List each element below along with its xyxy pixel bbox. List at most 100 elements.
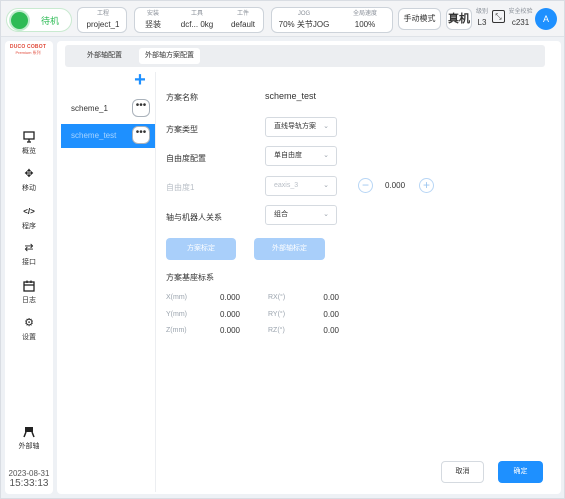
safety-level[interactable]: 级别 L3 [474,6,490,32]
clock: 2023-08-31 15:33:13 [6,469,52,489]
speed-caption: 全局速度 [352,11,377,17]
swap-icon: ⇄ [24,242,34,254]
tool-selector[interactable]: 工具 dcf... 0kg [173,8,221,34]
scheme-name: scheme_1 [71,104,108,113]
dof-config-select[interactable]: 单自由度 ⌄ [265,146,337,166]
sidebar-item-external-axis[interactable]: 外部轴 [5,425,53,462]
calendar-icon [22,279,36,293]
move-icon: ✥ [24,168,34,180]
brand-sub: Premium 系列 [15,50,41,55]
sidebar-item-interface[interactable]: ⇄ 接口 [5,241,53,278]
scheme-name-value: scheme_test [265,91,317,101]
coord-ry-value: 0.00 [323,310,339,319]
gear-icon: ⚙ [24,317,34,329]
chevron-down-icon: ⌄ [323,211,329,218]
robot-status-pill[interactable]: 待机 [6,8,72,32]
monitor-icon [22,130,36,144]
more-icon[interactable]: ••• [132,126,150,144]
expand-icon[interactable]: ⤡ [492,10,505,23]
project-caption: 工程 [96,11,109,17]
coord-rx-value: 0.00 [323,293,339,302]
coord-rz-value: 0.00 [323,326,339,335]
chevron-down-icon: ⌄ [323,152,329,159]
chevron-down-icon: ⌄ [323,123,329,130]
more-icon[interactable]: ••• [132,99,150,117]
dof1-value: 0.000 [385,181,406,190]
code-icon: </> [23,207,35,216]
coord-x-value: 0.000 [219,293,240,302]
tab-axis-config[interactable]: 外部轴配置 [81,48,128,64]
install-selector[interactable]: 安装 竖装 [135,8,171,34]
scheme-list-item[interactable]: scheme_1 ••• [61,97,155,121]
external-axis-icon [22,425,36,439]
coord-y-label: Y(mm) [166,311,187,318]
decrease-button[interactable]: − [358,178,373,193]
sidebar-item-log[interactable]: 日志 [5,279,53,316]
dof1-axis-value: eaxis_3 [274,182,299,189]
dof1-label: 自由度1 [166,183,195,192]
jog-selector[interactable]: JOG 70% 关节JOG [272,8,336,34]
real-robot-button[interactable]: 真机 [446,8,472,30]
speed-selector[interactable]: 全局速度 100% [338,8,392,34]
coord-z-label: Z(mm) [166,327,187,334]
coord-rx-label: RX(°) [268,294,286,301]
project-value: project_1 [86,20,120,29]
scheme-list-item-selected[interactable]: scheme_test ••• [61,124,155,148]
sidebar-item-label: 移动 [22,185,36,192]
scheme-name: scheme_test [71,131,117,140]
relation-label: 轴与机器人关系 [166,213,222,222]
speed-value: 100% [354,20,376,29]
cancel-button[interactable]: 取消 [441,461,484,483]
relation-value: 组合 [274,211,288,218]
axis-calibrate-button[interactable]: 外部轴标定 [254,238,325,260]
tab-scheme-config[interactable]: 外部轴方案配置 [139,48,200,64]
tool-caption: 工具 [190,11,203,17]
scheme-type-label: 方案类型 [166,125,198,134]
tab-bar: 外部轴配置 外部轴方案配置 [65,45,545,67]
user-avatar[interactable]: A [535,8,557,30]
coord-rz-label: RZ(°) [268,327,285,334]
status-label: 待机 [41,16,60,26]
relation-select[interactable]: 组合 ⌄ [265,205,337,225]
install-value: 竖装 [145,20,161,29]
config-group: 安装 竖装 工具 dcf... 0kg 工件 default [134,7,264,33]
sidebar-item-move[interactable]: ✥ 移动 [5,167,53,204]
confirm-button[interactable]: 确定 [498,461,543,483]
jog-value: 70% 关节JOG [278,20,330,29]
sidebar-item-label: 设置 [22,334,36,341]
base-coord-label: 方案基座标系 [166,273,214,282]
sidebar-item-program[interactable]: </> 程序 [5,205,53,242]
dof-config-value: 单自由度 [274,152,302,159]
sidebar-item-label: 概览 [22,148,36,155]
sidebar-item-settings[interactable]: ⚙ 设置 [5,316,53,353]
status-indicator-icon [11,12,28,29]
dof-config-label: 自由度配置 [166,154,206,163]
sidebar-item-label: 外部轴 [18,443,40,450]
jog-caption: JOG [297,11,311,17]
coord-z-value: 0.000 [219,326,240,335]
chevron-down-icon: ⌄ [323,182,329,189]
top-status-bar: 待机 工程 project_1 安装 竖装 工具 dcf... 0kg 工件 d… [1,1,564,37]
safety-checksum: 安全校验 c231 [507,6,534,32]
sidebar-item-overview[interactable]: 概览 [5,130,53,167]
tool-value: dcf... 0kg [180,20,214,29]
scheme-calibrate-button[interactable]: 方案标定 [166,238,236,260]
safety-level-caption: 级别 [475,9,488,15]
install-caption: 安装 [146,11,159,17]
scheme-type-select[interactable]: 直线导轨方案 ⌄ [265,117,337,137]
increase-button[interactable]: + [419,178,434,193]
manual-mode-button[interactable]: 手动模式 [398,8,441,30]
sidebar-item-label: 程序 [22,223,36,230]
dof1-axis-select[interactable]: eaxis_3 ⌄ [265,176,337,196]
motion-group: JOG 70% 关节JOG 全局速度 100% [271,7,393,33]
sidebar-item-label: 日志 [22,297,36,304]
coord-x-label: X(mm) [166,294,187,301]
scheme-type-value: 直线导轨方案 [274,123,316,130]
workpiece-selector[interactable]: 工件 default [223,8,263,34]
scheme-name-label: 方案名称 [166,93,198,102]
checksum-caption: 安全校验 [508,9,533,15]
project-selector[interactable]: 工程 project_1 [77,7,127,33]
coord-y-value: 0.000 [219,310,240,319]
coord-ry-label: RY(°) [268,311,286,318]
add-scheme-button[interactable]: + [132,70,148,90]
